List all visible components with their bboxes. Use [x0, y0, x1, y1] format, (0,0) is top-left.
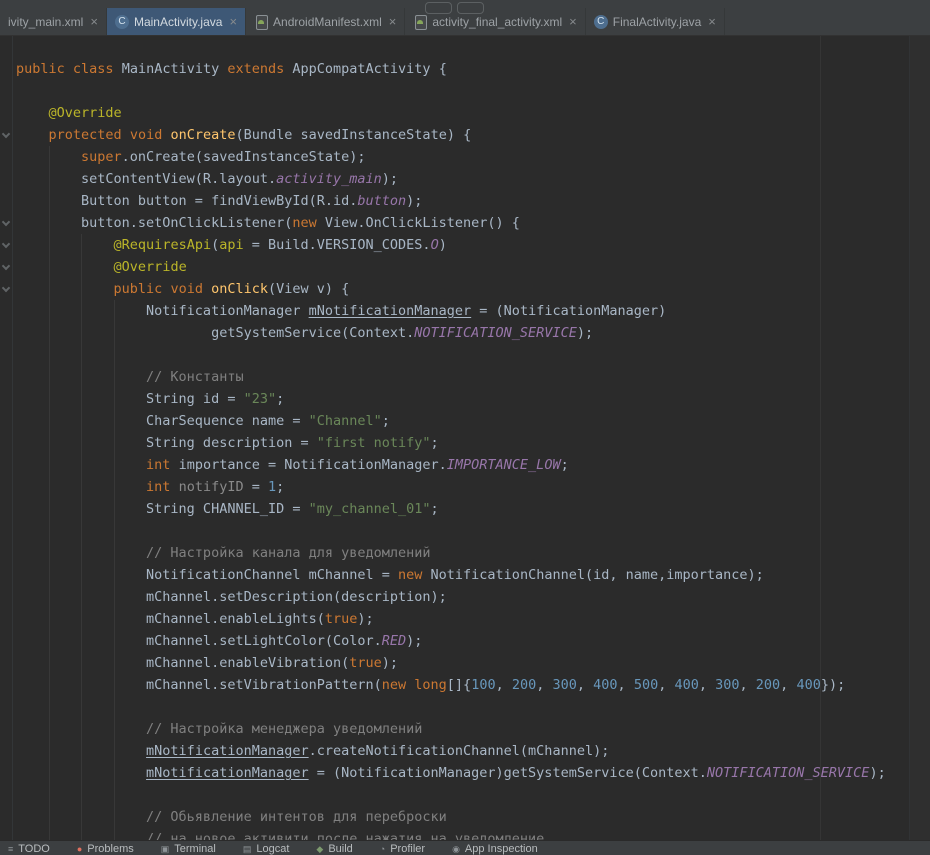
tab-androidmanifest-xml[interactable]: AndroidManifest.xml × — [246, 8, 405, 35]
close-tab-icon[interactable]: × — [708, 15, 716, 28]
java-class-icon — [115, 15, 129, 29]
code-line: CharSequence name = "Channel"; — [16, 410, 886, 432]
editor[interactable]: public class MainActivity extends AppCom… — [0, 36, 930, 840]
close-tab-icon[interactable]: × — [90, 15, 98, 28]
fold-marker-icon[interactable] — [2, 262, 10, 270]
logcat-icon: ▤ — [243, 844, 252, 855]
android-file-icon — [413, 15, 427, 29]
code-line: mChannel.enableLights(true); — [16, 608, 886, 630]
indent-guide — [49, 146, 50, 840]
android-file-icon — [254, 15, 268, 29]
code-line: String CHANNEL_ID = "my_channel_01"; — [16, 498, 886, 520]
toolbar-widget[interactable] — [425, 2, 452, 14]
fold-marker-icon[interactable] — [2, 240, 10, 248]
tab-label: ivity_main.xml — [8, 15, 83, 29]
code-line: mChannel.setLightColor(Color.RED); — [16, 630, 886, 652]
tab-ivity-main-xml[interactable]: ivity_main.xml × — [0, 8, 107, 35]
code-line: int importance = NotificationManager.IMP… — [16, 454, 886, 476]
statusbar-item-label: Terminal — [174, 843, 216, 855]
code-line: @Override — [16, 256, 886, 278]
code-line: NotificationManager mNotificationManager… — [16, 300, 886, 322]
code-line: String description = "first notify"; — [16, 432, 886, 454]
statusbar-item-label: Build — [328, 843, 352, 855]
statusbar-item-label: App Inspection — [465, 843, 538, 855]
toolbar-widget[interactable] — [457, 2, 484, 14]
statusbar-item-label: Logcat — [256, 843, 289, 855]
code-line — [16, 36, 886, 58]
code-line: @Override — [16, 102, 886, 124]
close-tab-icon[interactable]: × — [389, 15, 397, 28]
ide-window: ivity_main.xml×MainActivity.java×Android… — [0, 0, 930, 855]
code-line: public void onClick(View v) { — [16, 278, 886, 300]
statusbar-item-todo[interactable]: ≡ TODO — [8, 843, 50, 855]
code-line: button.setOnClickListener(new View.OnCli… — [16, 212, 886, 234]
code-line — [16, 80, 886, 102]
statusbar-item-profiler[interactable]: ◔ Profiler — [380, 843, 425, 855]
java-class-icon — [594, 15, 608, 29]
fold-marker-icon[interactable] — [2, 218, 10, 226]
code-line: // Константы — [16, 366, 886, 388]
code-line: @RequiresApi(api = Build.VERSION_CODES.O… — [16, 234, 886, 256]
editor-gutter — [0, 36, 13, 840]
code-line — [16, 784, 886, 806]
indent-guide — [114, 300, 115, 840]
main-toolbar — [0, 0, 930, 8]
code-line: Button button = findViewById(R.id.button… — [16, 190, 886, 212]
editor-scrollbar[interactable] — [909, 36, 930, 840]
build-icon: ◆ — [316, 844, 323, 855]
statusbar-item-label: Profiler — [390, 843, 425, 855]
tab-mainactivity-java[interactable]: MainActivity.java × — [107, 8, 246, 35]
code-line: mChannel.setVibrationPattern(new long[]{… — [16, 674, 886, 696]
close-tab-icon[interactable]: × — [569, 15, 577, 28]
close-tab-icon[interactable]: × — [229, 15, 237, 28]
code-line: getSystemService(Context.NOTIFICATION_SE… — [16, 322, 886, 344]
status-bar: ≡ TODO ● Problems ▣ Terminal ▤ Logcat ◆ Build ◔ Pro… — [0, 840, 930, 855]
code-line: mChannel.setDescription(description); — [16, 586, 886, 608]
statusbar-item-logcat[interactable]: ▤ Logcat — [243, 843, 290, 855]
fold-marker-icon[interactable] — [2, 130, 10, 138]
code-area[interactable]: public class MainActivity extends AppCom… — [16, 36, 886, 840]
statusbar-item-terminal[interactable]: ▣ Terminal — [161, 843, 216, 855]
inspection-icon: ◉ — [452, 844, 460, 855]
code-line: // на новое активити после нажатия на ув… — [16, 828, 886, 840]
code-line: super.onCreate(savedInstanceState); — [16, 146, 886, 168]
code-line: NotificationChannel mChannel = new Notif… — [16, 564, 886, 586]
code-line — [16, 344, 886, 366]
code-line: public class MainActivity extends AppCom… — [16, 58, 886, 80]
code-line: int notifyID = 1; — [16, 476, 886, 498]
todo-icon: ≡ — [8, 844, 13, 854]
tab-label: MainActivity.java — [134, 15, 222, 29]
code-line: mChannel.enableVibration(true); — [16, 652, 886, 674]
code-line: // Настройка канала для уведомлений — [16, 542, 886, 564]
statusbar-item-label: TODO — [18, 843, 50, 855]
tab-label: AndroidManifest.xml — [273, 15, 382, 29]
code-line: mNotificationManager = (NotificationMana… — [16, 762, 886, 784]
code-line: protected void onCreate(Bundle savedInst… — [16, 124, 886, 146]
code-line: mNotificationManager.createNotificationC… — [16, 740, 886, 762]
fold-marker-icon[interactable] — [2, 284, 10, 292]
tab-finalactivity-java[interactable]: FinalActivity.java × — [586, 8, 725, 35]
code-line — [16, 520, 886, 542]
code-line: setContentView(R.layout.activity_main); — [16, 168, 886, 190]
statusbar-item-label: Problems — [87, 843, 133, 855]
code-line: // Обьявление интентов для переброски — [16, 806, 886, 828]
indent-guide — [81, 234, 82, 840]
tab-label: activity_final_activity.xml — [432, 15, 562, 29]
problems-icon: ● — [77, 844, 82, 854]
terminal-icon: ▣ — [161, 844, 170, 855]
right-margin-guide — [820, 36, 821, 840]
statusbar-item-problems[interactable]: ● Problems — [77, 843, 134, 855]
profiler-icon: ◔ — [380, 844, 385, 854]
tab-label: FinalActivity.java — [613, 15, 701, 29]
code-line: // Настройка менеджера уведомлений — [16, 718, 886, 740]
statusbar-item-app-inspection[interactable]: ◉ App Inspection — [452, 843, 538, 855]
code-line — [16, 696, 886, 718]
statusbar-item-build[interactable]: ◆ Build — [316, 843, 352, 855]
code-line: String id = "23"; — [16, 388, 886, 410]
